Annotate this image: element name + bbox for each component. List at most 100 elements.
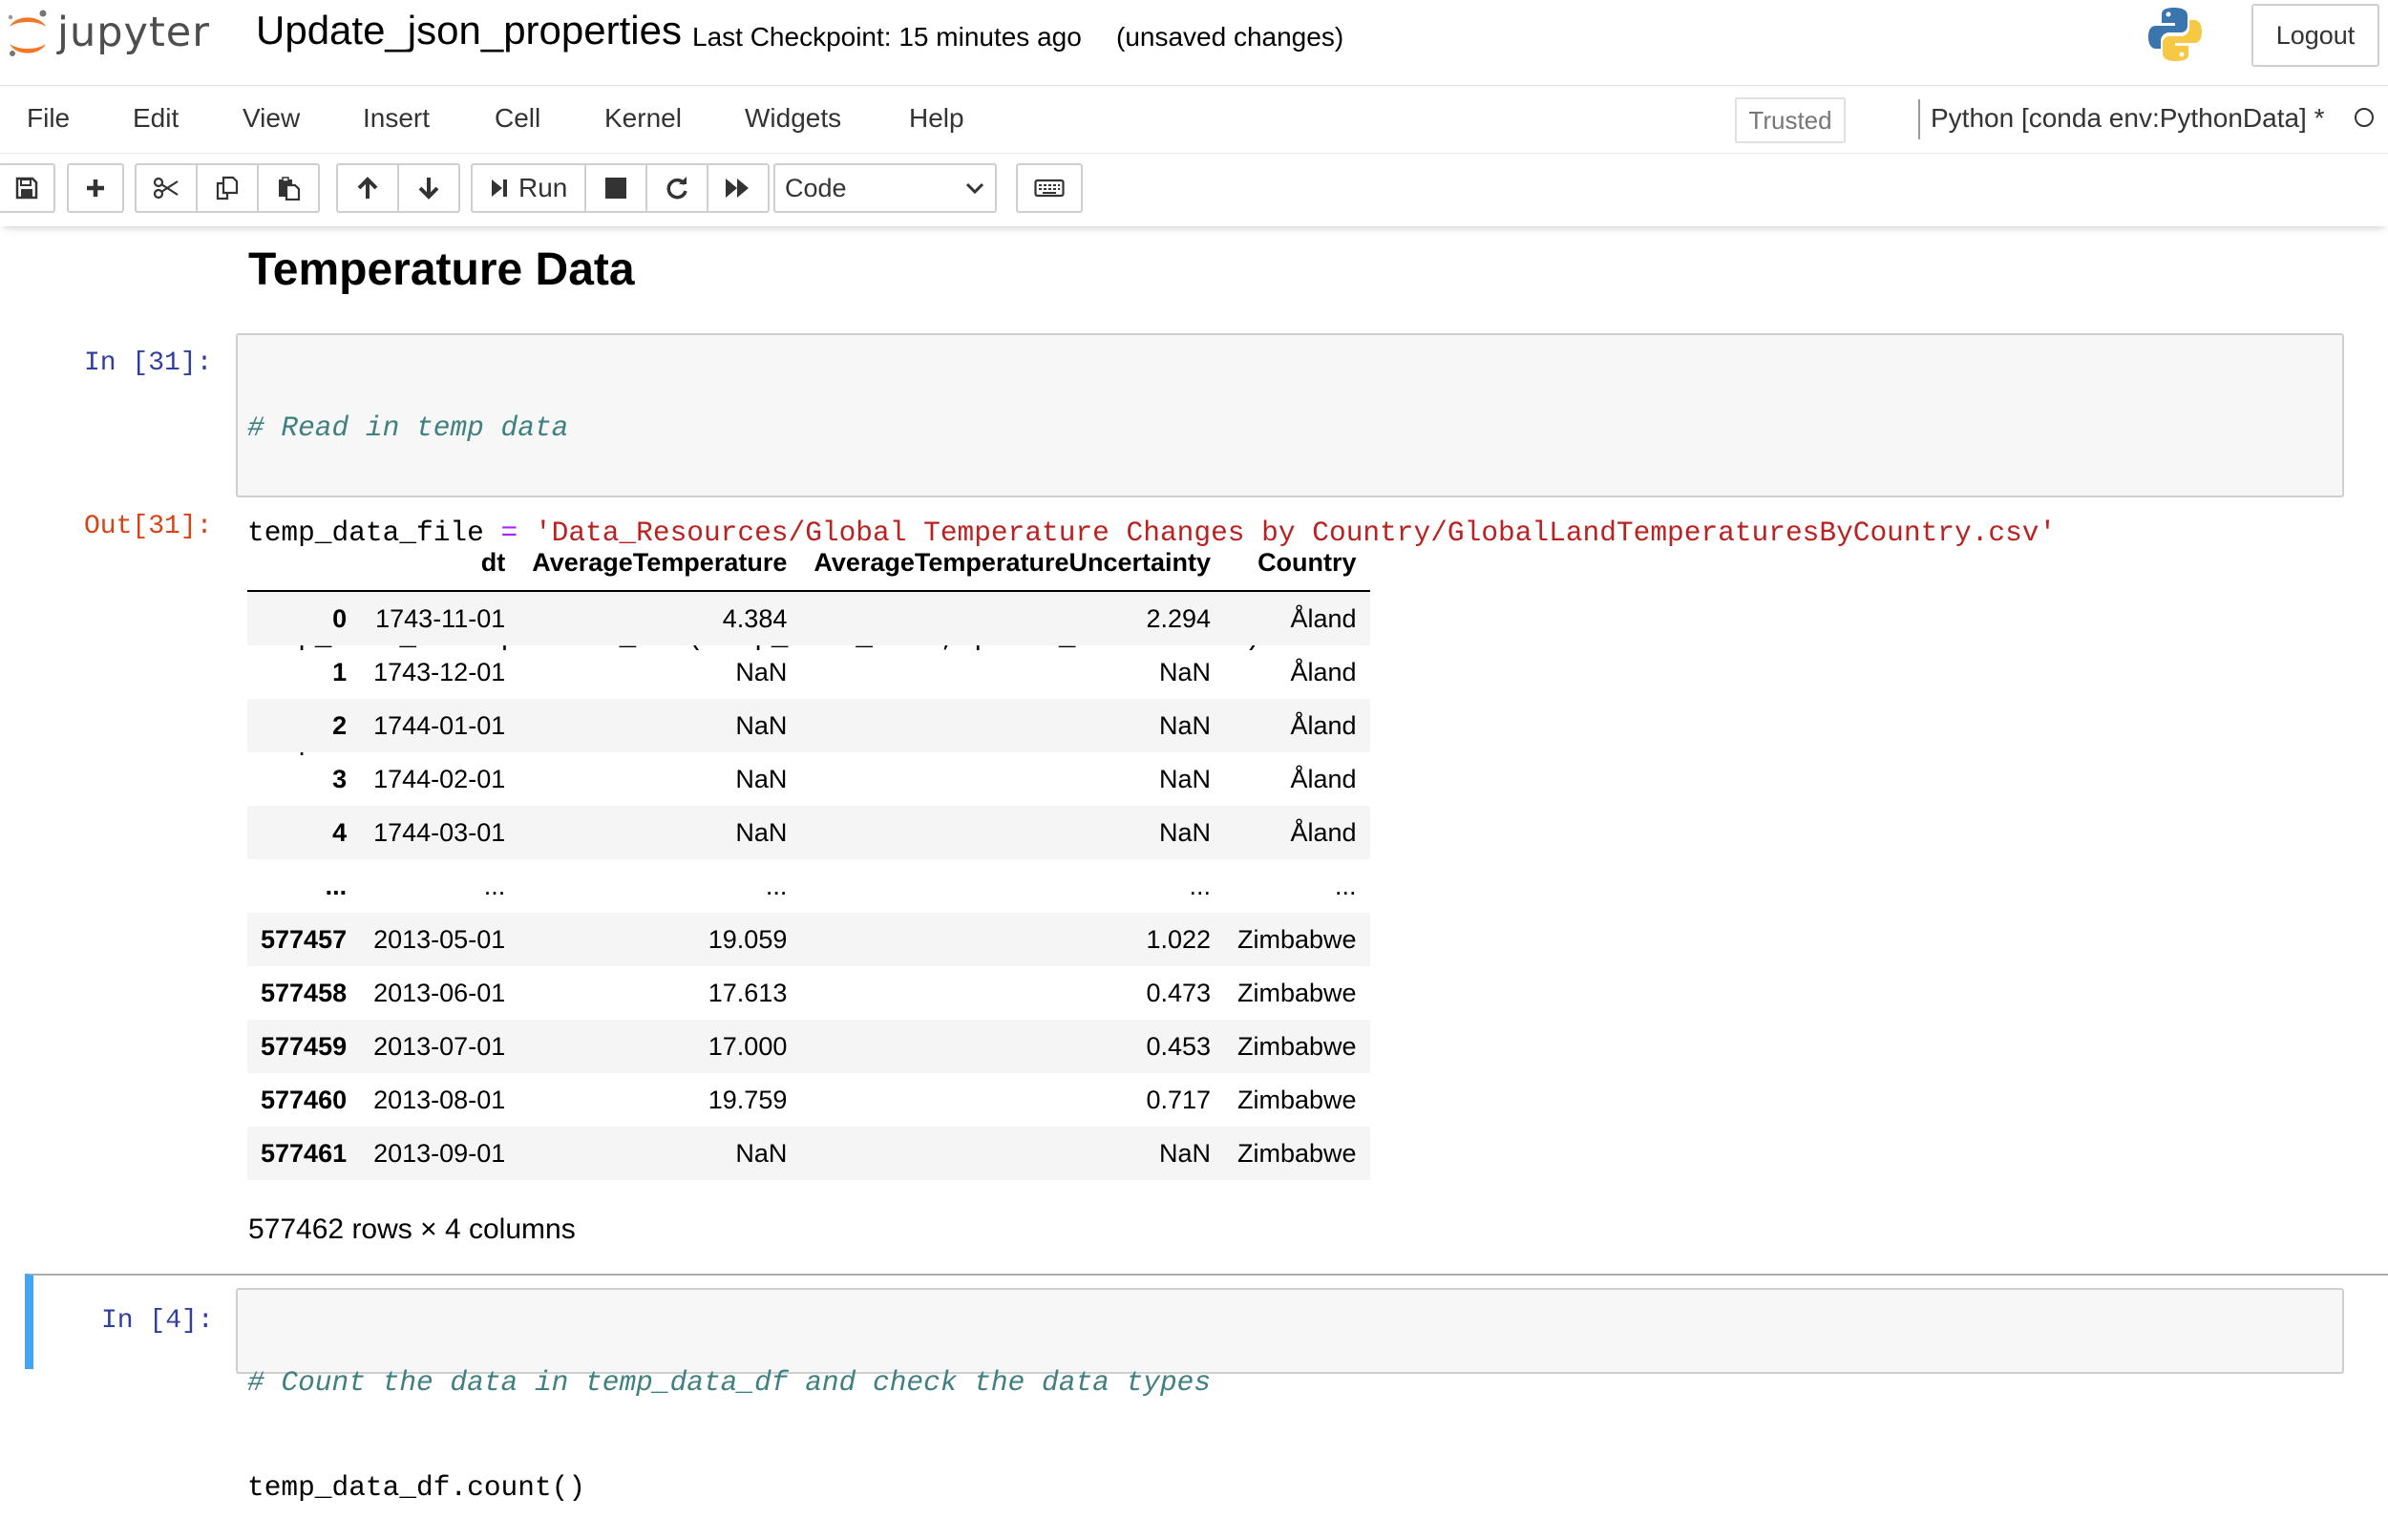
- table-row: 577458 2013-06-01 17.613 0.473 Zimbabwe: [247, 966, 1370, 1020]
- cell-country: Zimbabwe: [1237, 978, 1357, 1007]
- cut-button[interactable]: [135, 163, 198, 213]
- table-row: ...............: [247, 859, 1370, 913]
- cell-average-temperature-uncertainty: NaN: [1159, 710, 1212, 740]
- cell-dt: 1744-01-01: [373, 710, 506, 740]
- kernel-name[interactable]: Python [conda env:PythonData] *: [1931, 103, 2325, 134]
- cell-country: Zimbabwe: [1237, 1085, 1357, 1114]
- kernel-separator: [1918, 99, 1920, 139]
- cell-average-temperature-uncertainty: 0.453: [1146, 1031, 1212, 1061]
- cell-country: Zimbabwe: [1237, 1138, 1357, 1168]
- menu-kernel[interactable]: Kernel: [604, 103, 682, 134]
- cell-dt: 1743-11-01: [375, 603, 506, 633]
- cell-country: Zimbabwe: [1237, 924, 1357, 954]
- cell-31-output-prompt: Out[31]:: [84, 512, 213, 541]
- jupyter-logo-icon: [8, 10, 47, 56]
- column-header-average-temperature: AverageTemperature: [518, 536, 801, 592]
- cell-average-temperature: 17.000: [708, 1031, 788, 1061]
- cell-average-temperature-uncertainty: NaN: [1159, 817, 1212, 847]
- command-palette-button[interactable]: [1016, 163, 1083, 213]
- column-header-country: Country: [1224, 536, 1370, 592]
- stop-icon: [605, 178, 627, 199]
- chevron-down-icon: [965, 182, 984, 195]
- cell-average-temperature: 19.059: [708, 924, 788, 954]
- paste-button[interactable]: [257, 163, 320, 213]
- cell-dt: 2013-08-01: [373, 1085, 506, 1114]
- cell-average-temperature-uncertainty: 2.294: [1146, 603, 1212, 633]
- checkpoint-status: Last Checkpoint: 15 minutes ago: [692, 22, 1082, 52]
- dataframe-output-table: dt AverageTemperature AverageTemperature…: [247, 536, 1370, 1180]
- code-line-2: temp_data_df.count(): [247, 1470, 586, 1504]
- restart-icon: [667, 177, 688, 200]
- move-cell-down-button[interactable]: [397, 163, 460, 213]
- insert-cell-button[interactable]: [67, 163, 124, 213]
- jupyter-logo[interactable]: jupyter: [4, 6, 210, 63]
- table-row: 577460 2013-08-01 19.759 0.717 Zimbabwe: [247, 1073, 1370, 1127]
- notebook-title[interactable]: Update_json_properties: [256, 8, 682, 53]
- run-button[interactable]: Run: [471, 163, 587, 213]
- notebook-header: jupyter Update_json_properties Last Chec…: [0, 0, 2388, 86]
- jupyter-logo-text: jupyter: [57, 9, 210, 56]
- cell-dt: 1743-12-01: [373, 657, 506, 686]
- cell-31-code-editor[interactable]: # Read in temp data temp_data_file = 'Da…: [236, 333, 2344, 758]
- menu-help[interactable]: Help: [909, 103, 964, 134]
- cell-average-temperature-uncertainty: 1.022: [1146, 924, 1212, 954]
- menu-file[interactable]: File: [27, 103, 70, 134]
- menu-widgets[interactable]: Widgets: [745, 103, 841, 134]
- cell-average-temperature: NaN: [735, 710, 788, 740]
- code-line-1: # Read in temp data: [247, 411, 569, 444]
- cell-type-select[interactable]: Code: [773, 163, 997, 213]
- cell-average-temperature: 19.759: [708, 1085, 788, 1114]
- cell-average-temperature: 17.613: [708, 978, 788, 1007]
- cell-dt: 2013-06-01: [373, 978, 506, 1007]
- cell-average-temperature: NaN: [735, 1138, 788, 1168]
- step-forward-icon: [492, 179, 507, 197]
- code-line-1: # Count the data in temp_data_df and che…: [247, 1366, 1212, 1399]
- trusted-indicator[interactable]: Trusted: [1735, 97, 1846, 143]
- python-logo-icon: [2148, 8, 2202, 61]
- row-index: 2: [332, 710, 348, 740]
- keyboard-icon: [1034, 179, 1065, 198]
- restart-run-all-button[interactable]: [707, 163, 771, 213]
- menu-view[interactable]: View: [243, 103, 300, 134]
- menu-cell[interactable]: Cell: [495, 103, 540, 134]
- cell-average-temperature: 4.384: [722, 603, 788, 633]
- interrupt-kernel-button[interactable]: [584, 163, 648, 213]
- restart-kernel-button[interactable]: [645, 163, 709, 213]
- cell-country: Åland: [1290, 603, 1357, 633]
- menu-insert[interactable]: Insert: [363, 103, 430, 134]
- cell-4-code-editor[interactable]: # Count the data in temp_data_df and che…: [236, 1288, 2344, 1504]
- logout-button[interactable]: Logout: [2251, 4, 2379, 67]
- save-icon: [15, 177, 38, 200]
- cell-dt: ...: [483, 871, 506, 900]
- save-button[interactable]: [0, 163, 55, 213]
- menu-edit[interactable]: Edit: [133, 103, 179, 134]
- toolbar: Run Code: [0, 154, 2388, 226]
- row-index: ...: [325, 871, 348, 900]
- arrow-down-icon: [418, 178, 439, 200]
- scissors-icon: [153, 177, 179, 200]
- cell-average-temperature-uncertainty: NaN: [1159, 657, 1212, 686]
- cell-average-temperature-uncertainty: 0.717: [1146, 1085, 1212, 1114]
- run-button-label: Run: [518, 173, 568, 202]
- row-index: 577459: [261, 1031, 348, 1061]
- fast-forward-icon: [726, 179, 750, 198]
- copy-button[interactable]: [196, 163, 259, 213]
- cell-average-temperature: NaN: [735, 657, 788, 686]
- row-index: 3: [332, 764, 348, 793]
- cell-dt: 1744-03-01: [373, 817, 506, 847]
- row-index: 577461: [261, 1138, 348, 1168]
- column-header-average-temperature-uncertainty: AverageTemperatureUncertainty: [800, 536, 1225, 592]
- table-row: 0 1743-11-01 4.384 2.294 Åland: [247, 591, 1370, 645]
- cell-dt: 2013-09-01: [373, 1138, 506, 1168]
- cell-average-temperature-uncertainty: NaN: [1159, 1138, 1212, 1168]
- kernel-idle-indicator-icon: [2355, 108, 2374, 127]
- move-cell-up-button[interactable]: [336, 163, 399, 213]
- copy-icon: [216, 176, 239, 200]
- cell-country: Zimbabwe: [1237, 1031, 1357, 1061]
- menubar: File Edit View Insert Cell Kernel Widget…: [0, 86, 2388, 154]
- cell-country: Åland: [1290, 657, 1357, 686]
- table-row: 577457 2013-05-01 19.059 1.022 Zimbabwe: [247, 913, 1370, 966]
- dataframe-shape: 577462 rows × 4 columns: [248, 1213, 576, 1245]
- cell-dt: 2013-05-01: [373, 924, 506, 954]
- cell-average-temperature: ...: [765, 871, 788, 900]
